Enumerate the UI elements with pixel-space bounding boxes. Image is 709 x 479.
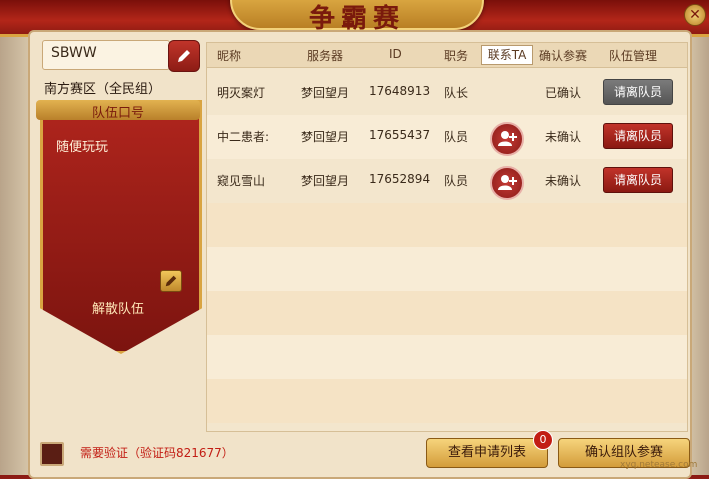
empty-row: [207, 335, 687, 379]
title-plate: 争霸赛: [230, 0, 484, 34]
team-banner: 队伍口号 随便玩玩 解散队伍: [36, 100, 202, 354]
watermark: xyq.netease.com: [620, 460, 698, 470]
header-manage: 队伍管理: [609, 49, 658, 63]
member-nickname: 窥见雪山: [217, 174, 266, 188]
edit-slogan-button[interactable]: [160, 270, 182, 292]
verify-text: 需要验证（验证码821677）: [80, 446, 234, 460]
kick-member-button[interactable]: 请离队员: [603, 123, 673, 149]
disband-team-button[interactable]: 解散队伍: [40, 298, 196, 317]
member-server: 梦回望月: [301, 130, 350, 144]
slogan-title: 队伍口号: [91, 106, 144, 121]
add-contact-icon: [498, 131, 517, 146]
view-applications-button[interactable]: 查看申请列表: [426, 438, 548, 468]
header-nickname: 昵称: [217, 49, 242, 63]
verify-checkbox[interactable]: [40, 442, 64, 466]
contact-member-button[interactable]: [490, 122, 524, 156]
member-role: 队员: [444, 130, 469, 144]
pencil-icon: [178, 50, 190, 62]
slogan-text: 随便玩玩: [56, 140, 109, 155]
edit-team-name-button[interactable]: [168, 40, 200, 72]
kick-member-button[interactable]: 请离队员: [603, 79, 673, 105]
member-status: 未确认: [545, 130, 582, 144]
application-count-badge: 0: [533, 430, 553, 450]
kick-member-button[interactable]: 请离队员: [603, 167, 673, 193]
pencil-icon: [165, 275, 177, 287]
table-header: 昵称 服务器 ID 职务 联系TA 确认参赛 队伍管理: [207, 43, 687, 68]
table-row: 明灭案灯 梦回望月 17648913 队长 已确认 请离队员: [207, 71, 687, 115]
member-id: 17655437: [369, 128, 431, 142]
member-server: 梦回望月: [301, 86, 350, 100]
contact-member-button[interactable]: [490, 166, 524, 200]
empty-row: [207, 247, 687, 291]
close-icon: ✕: [689, 7, 701, 23]
empty-row: [207, 291, 687, 335]
team-name: SBWW: [51, 45, 97, 61]
team-members-table: 昵称 服务器 ID 职务 联系TA 确认参赛 队伍管理 明灭案灯 梦回望月 17…: [206, 42, 688, 432]
empty-row: [207, 379, 687, 423]
empty-row: [207, 203, 687, 247]
table-row: 窥见雪山 梦回望月 17652894 队员 未确认 请离队员: [207, 159, 687, 203]
header-role: 职务: [444, 49, 469, 63]
member-status: 未确认: [545, 174, 582, 188]
member-id: 17652894: [369, 172, 431, 186]
table-row: 中二患者: 梦回望月 17655437 队员 未确认 请离队员: [207, 115, 687, 159]
member-role: 队长: [444, 86, 469, 100]
team-name-field: SBWW: [42, 40, 170, 70]
member-server: 梦回望月: [301, 174, 350, 188]
header-contact: 联系TA: [481, 45, 533, 65]
region-label: 南方赛区（全民组）: [44, 82, 162, 97]
close-button[interactable]: ✕: [684, 4, 706, 26]
left-background: [0, 0, 30, 475]
member-nickname: 中二患者:: [217, 130, 270, 144]
header-confirm: 确认参赛: [539, 49, 588, 63]
banner-header: 队伍口号: [36, 100, 200, 121]
member-role: 队员: [444, 174, 469, 188]
header-id: ID: [389, 47, 402, 61]
header-server: 服务器: [307, 49, 344, 63]
member-status: 已确认: [545, 86, 582, 100]
member-id: 17648913: [369, 84, 431, 98]
add-contact-icon: [498, 175, 517, 190]
member-nickname: 明灭案灯: [217, 86, 266, 100]
